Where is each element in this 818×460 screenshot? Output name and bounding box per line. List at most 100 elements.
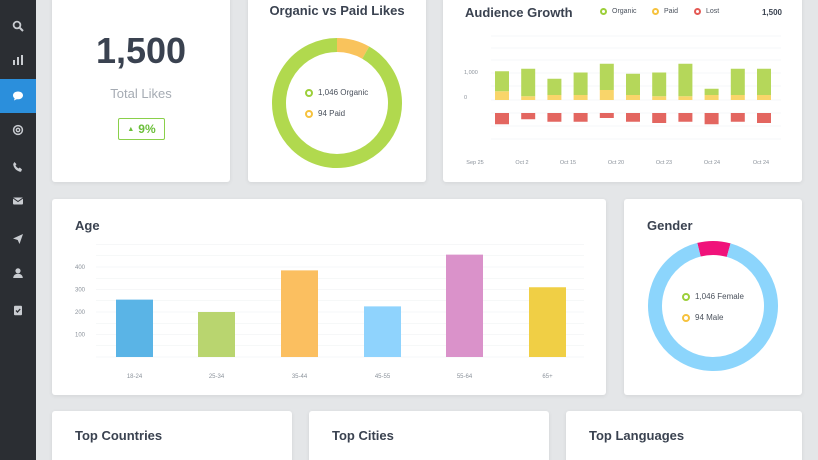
bar-paid[interactable]	[652, 96, 667, 100]
x-tick-label: Oct 24	[704, 160, 720, 166]
legend-female: 1,046 Female	[682, 292, 744, 301]
bar-paid[interactable]	[730, 95, 745, 100]
legend-label: 94 Male	[695, 313, 724, 322]
age-bar-55-64[interactable]	[446, 254, 483, 357]
bar-lost[interactable]	[495, 113, 509, 125]
user-icon	[13, 268, 23, 278]
legend-label: 1,046 Female	[695, 292, 744, 301]
bar-lost[interactable]	[730, 113, 745, 122]
bar-paid[interactable]	[547, 95, 562, 100]
bar-lost[interactable]	[652, 113, 667, 123]
bar-organic[interactable]	[547, 78, 562, 95]
bar-organic[interactable]	[599, 63, 614, 90]
total-likes-card: 1,500 Total Likes ▲ 9%	[52, 0, 230, 182]
card-title: Top Cities	[332, 428, 394, 443]
x-tick-label: 25-34	[209, 374, 225, 380]
legend-organic: 1,046 Organic	[305, 88, 368, 97]
legend-dot-icon	[305, 88, 313, 97]
nav-messages[interactable]	[0, 79, 36, 113]
bar-lost[interactable]	[521, 113, 536, 120]
audience-growth-card: Audience Growth Organic Paid Lost 1,500 …	[443, 0, 802, 182]
x-tick-label: 45-55	[375, 374, 391, 380]
bar-paid[interactable]	[704, 95, 719, 100]
search-icon	[12, 20, 24, 32]
nav-calls[interactable]	[0, 150, 36, 184]
bar-organic[interactable]	[652, 72, 667, 97]
bar-organic[interactable]	[495, 71, 509, 92]
legend-label: 94 Paid	[318, 109, 346, 118]
x-tick-label: 18-24	[127, 374, 143, 380]
bar-lost[interactable]	[678, 113, 693, 122]
bar-paid[interactable]	[573, 95, 588, 100]
clipboard-check-icon	[14, 305, 22, 316]
x-tick-label: 65+	[542, 374, 553, 380]
bar-paid[interactable]	[626, 95, 640, 100]
card-title: Top Languages	[589, 428, 685, 443]
x-tick-label: Sep 25	[466, 160, 483, 166]
y-tick-label: 400	[75, 265, 86, 271]
nav-mentions[interactable]	[0, 113, 36, 147]
total-likes-caption: Total Likes	[110, 86, 172, 101]
bar-organic[interactable]	[626, 73, 640, 95]
audience-growth-chart: 1,000 0 Sep 25 Oct 2 Oct 15 Oct 20 Oct 23 Oct 2…	[464, 35, 781, 166]
legend-male: 94 Male	[682, 313, 723, 322]
donut-slice-male[interactable]	[697, 241, 731, 257]
nav-tasks[interactable]	[0, 293, 36, 327]
bar-lost[interactable]	[599, 113, 614, 118]
bar-paid[interactable]	[678, 96, 693, 100]
y-tick-label: 200	[75, 310, 86, 316]
gender-card: Gender 1,046 Female 94 Male	[624, 199, 802, 395]
legend-label: 1,046 Organic	[318, 88, 369, 97]
bar-lost[interactable]	[757, 113, 771, 123]
at-sign-icon	[12, 124, 24, 136]
bar-paid[interactable]	[599, 90, 614, 100]
nav-publish[interactable]	[0, 222, 36, 256]
age-bar-25-34[interactable]	[198, 312, 235, 357]
y-tick-label: 300	[75, 288, 86, 294]
bar-organic[interactable]	[521, 68, 536, 97]
age-chart: 100 200 300 400 18-24 25-34 35-44 45-55 55-64 65+	[75, 244, 584, 380]
chat-icon	[13, 91, 23, 101]
legend-dot-icon	[682, 292, 690, 301]
bar-paid[interactable]	[521, 96, 536, 100]
bar-organic[interactable]	[678, 63, 693, 97]
donut-slice-organic[interactable]	[272, 38, 402, 168]
card-title: Top Countries	[75, 428, 163, 443]
bar-lost[interactable]	[573, 113, 588, 122]
age-bar-35-44[interactable]	[281, 270, 318, 357]
legend-dot-icon	[682, 313, 690, 322]
legend-paid: 94 Paid	[305, 109, 345, 118]
bar-lost[interactable]	[626, 113, 640, 122]
bar-lost[interactable]	[547, 113, 562, 122]
bar-organic[interactable]	[704, 88, 719, 95]
y-tick-label: 1,000	[464, 70, 478, 76]
nav-search[interactable]	[0, 9, 36, 43]
donut-slice-female[interactable]	[648, 242, 778, 371]
nav-profile[interactable]	[0, 256, 36, 290]
legend-dot-icon	[305, 109, 313, 118]
bar-paid[interactable]	[757, 95, 771, 100]
x-tick-label: Oct 2	[515, 160, 528, 166]
y-tick-label: 0	[464, 95, 467, 101]
bar-lost[interactable]	[704, 113, 719, 125]
nav-analytics[interactable]	[0, 43, 36, 77]
nav-mail[interactable]	[0, 184, 36, 218]
age-card: Age 100 200 300 400 18-24 25-34 35-44 45-55 55-6…	[52, 199, 606, 395]
bar-organic[interactable]	[757, 68, 771, 95]
x-tick-label: Oct 20	[608, 160, 624, 166]
x-tick-label: Oct 15	[560, 160, 576, 166]
bar-paid[interactable]	[495, 91, 509, 100]
organic-vs-paid-card: Organic vs Paid Likes 1,046 Organic 94 P…	[248, 0, 426, 182]
x-tick-label: 35-44	[292, 374, 308, 380]
age-bar-65+[interactable]	[529, 287, 566, 357]
age-bar-45-55[interactable]	[364, 306, 401, 357]
donut-slice-paid[interactable]	[336, 38, 370, 59]
total-likes-value: 1,500	[95, 30, 187, 71]
top-languages-card: Top Languages	[566, 411, 802, 460]
bar-organic[interactable]	[573, 72, 588, 96]
caret-up-icon: ▲	[127, 125, 135, 133]
age-bar-18-24[interactable]	[116, 299, 153, 357]
x-tick-label: 55-64	[457, 374, 473, 380]
bar-organic[interactable]	[730, 68, 745, 95]
change-value: 9%	[138, 122, 156, 136]
